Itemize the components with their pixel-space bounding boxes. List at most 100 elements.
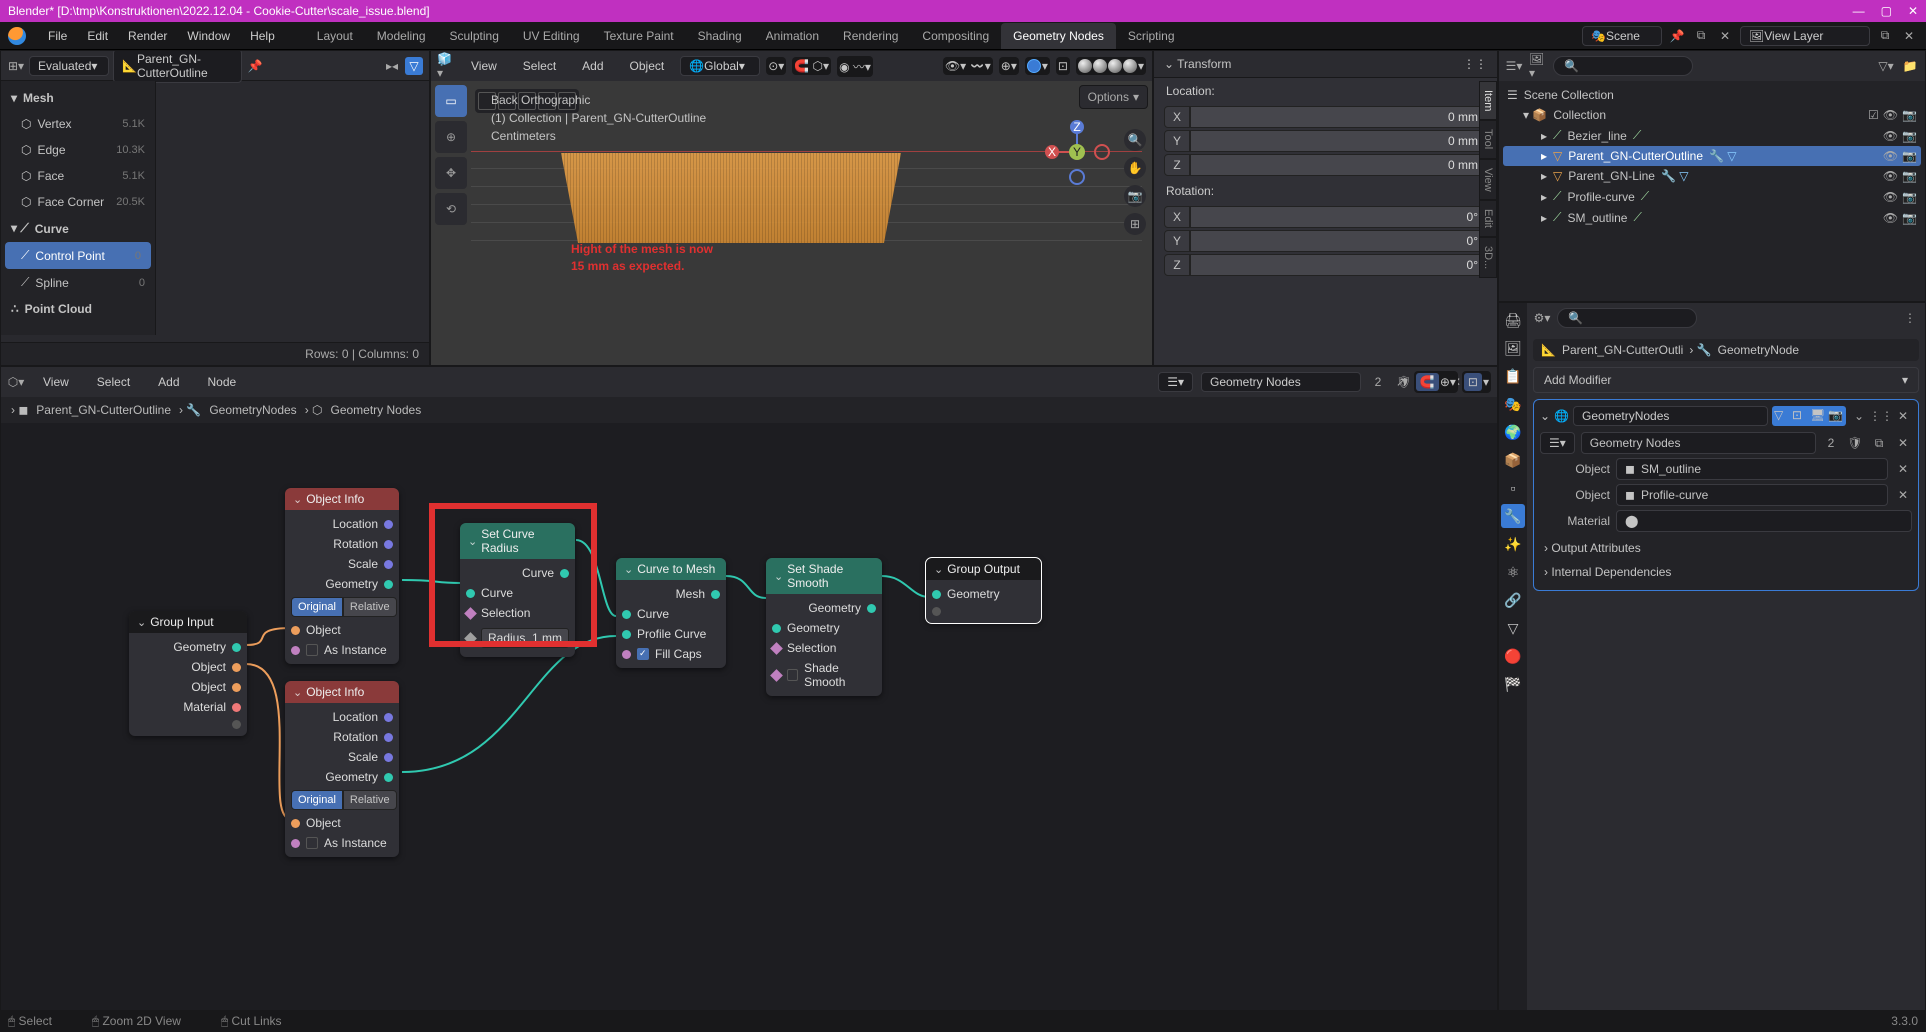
proptab-constraint[interactable]: 🔗 xyxy=(1501,588,1525,612)
close-icon[interactable]: ✕ xyxy=(1908,4,1918,18)
browse-tree-icon[interactable]: ☰▾ xyxy=(1158,372,1193,392)
node-set-shade-smooth[interactable]: Set Shade Smooth Geometry Geometry Selec… xyxy=(766,558,882,696)
tool-cursor[interactable]: ⊕ xyxy=(435,121,467,153)
ne-menu-node[interactable]: Node xyxy=(198,371,247,393)
unlink-icon[interactable]: ✕ xyxy=(1894,434,1912,452)
pin-icon[interactable]: 📌 xyxy=(1668,27,1686,45)
scene-selector[interactable]: 🎭 Scene xyxy=(1582,26,1662,46)
props-editor-icon[interactable]: ⚙▾ xyxy=(1533,309,1551,327)
tab-modeling[interactable]: Modeling xyxy=(365,23,438,49)
shading-modes[interactable]: ▾ xyxy=(1076,57,1146,75)
add-modifier-button[interactable]: Add Modifier▾ xyxy=(1533,367,1919,393)
visibility-icons[interactable]: 👁▾ 〰▾ xyxy=(943,57,993,75)
domain-spline[interactable]: ⟋ Spline0 xyxy=(1,269,155,296)
proptab-object[interactable]: ▫ xyxy=(1501,476,1525,500)
tool-rotate[interactable]: ⟲ xyxy=(435,193,467,225)
minimize-icon[interactable]: — xyxy=(1853,4,1865,18)
proptab-material[interactable]: 🔴 xyxy=(1501,644,1525,668)
btn-original[interactable]: Original xyxy=(291,790,343,810)
overlay-icons[interactable]: ⊡▾ xyxy=(1462,371,1491,393)
proptab-physics[interactable]: ⚛ xyxy=(1501,560,1525,584)
add-icon[interactable]: ⧉ xyxy=(1876,27,1894,45)
proportional-toggle[interactable]: ◉ 〰▾ xyxy=(837,56,873,77)
viewlayer-selector[interactable]: 🖼 View Layer xyxy=(1740,26,1870,46)
camera-icon[interactable]: 📷 xyxy=(1124,185,1146,207)
domain-edge[interactable]: ⬡ Edge10.3K xyxy=(1,137,155,163)
snap-icons[interactable]: 🧲 ⊕▾ xyxy=(1414,371,1458,393)
mod-extras-icon[interactable]: ⌄ xyxy=(1850,407,1868,425)
tab-compositing[interactable]: Compositing xyxy=(910,23,1001,49)
proptab-scene[interactable]: 🎭 xyxy=(1501,392,1525,416)
vp-menu-view[interactable]: View xyxy=(461,55,507,77)
tab-geonodes[interactable]: Geometry Nodes xyxy=(1001,23,1116,49)
props-options-icon[interactable]: ⋮ xyxy=(1901,309,1919,327)
menu-file[interactable]: File xyxy=(38,25,77,47)
fake-user-icon[interactable]: 🛡 xyxy=(1846,434,1864,452)
persp-icon[interactable]: ⊞ xyxy=(1124,213,1146,235)
item-bezier[interactable]: ▸ ⟋ Bezier_line ⟋ 👁📷 xyxy=(1503,125,1921,146)
menu-window[interactable]: Window xyxy=(177,25,240,47)
output-attrs-expander[interactable]: › Output Attributes xyxy=(1540,536,1912,560)
x-icon[interactable]: ✕ xyxy=(1716,27,1734,45)
menu-render[interactable]: Render xyxy=(118,25,177,47)
domain-curve[interactable]: ▾ ⟋ Curve xyxy=(1,215,155,242)
mod-visibility[interactable]: ▽⊡🖥📷 xyxy=(1772,406,1846,426)
outliner-search[interactable]: 🔍 xyxy=(1553,56,1693,76)
node-canvas[interactable]: Group Input Geometry Object Object Mater… xyxy=(1,423,1497,1029)
browse-nodegroup-icon[interactable]: ☰▾ xyxy=(1540,432,1575,454)
proptab-modifier[interactable]: 🔧 xyxy=(1501,504,1525,528)
eye-icon[interactable]: 👁 xyxy=(1883,108,1898,122)
internal-deps-expander[interactable]: › Internal Dependencies xyxy=(1540,560,1912,584)
domain-mesh[interactable]: ▾ Mesh xyxy=(1,85,155,111)
render-icon[interactable]: 📷 xyxy=(1902,108,1917,122)
ne-menu-add[interactable]: Add xyxy=(148,371,189,393)
overlay-icons[interactable]: ▾ xyxy=(1025,57,1050,75)
props-search[interactable]: 🔍 xyxy=(1557,308,1697,328)
spreadsheet-editor-icon[interactable]: ⊞▾ xyxy=(7,57,25,75)
ntab-edit[interactable]: Edit xyxy=(1479,200,1497,237)
btn-original[interactable]: Original xyxy=(291,597,343,617)
input-object-2[interactable]: ◼ Profile-curve xyxy=(1616,484,1888,506)
vp-menu-object[interactable]: Object xyxy=(620,55,675,77)
copy-icon[interactable]: ⧉ xyxy=(1692,27,1710,45)
node-group-output[interactable]: Group Output Geometry xyxy=(926,558,1041,623)
collection-row[interactable]: ▾ 📦 Collection ☑👁📷 xyxy=(1503,105,1921,125)
input-object-1[interactable]: ◼ SM_outline xyxy=(1616,458,1888,480)
node-object-info-2[interactable]: Object Info Location Rotation Scale Geom… xyxy=(285,681,399,857)
viewport-canvas[interactable]: Options ▾ ▭ ⊕ ✥ ⟲ Back Orthographic (1) … xyxy=(431,81,1152,365)
tab-animation[interactable]: Animation xyxy=(754,23,831,49)
pin-icon[interactable]: 📌 xyxy=(246,57,264,75)
proptab-data[interactable]: ▽ xyxy=(1501,616,1525,640)
tab-uvediting[interactable]: UV Editing xyxy=(511,23,592,49)
tab-layout[interactable]: Layout xyxy=(305,23,365,49)
node-group-input[interactable]: Group Input Geometry Object Object Mater… xyxy=(129,611,247,736)
node-curve-to-mesh[interactable]: Curve to Mesh Mesh Curve Profile Curve F… xyxy=(616,558,726,668)
rot-y[interactable]: 0° xyxy=(1190,230,1487,252)
tab-rendering[interactable]: Rendering xyxy=(831,23,910,49)
loc-y[interactable]: 0 mm xyxy=(1190,130,1487,152)
node-object-info-1[interactable]: Object Info Location Rotation Scale Geom… xyxy=(285,488,399,664)
domain-face[interactable]: ⬡ Face5.1K xyxy=(1,163,155,189)
mod-name[interactable]: GeometryNodes xyxy=(1573,406,1768,426)
snap-toggle[interactable]: 🧲 ⬡▾ xyxy=(792,57,831,75)
maximize-icon[interactable]: ▢ xyxy=(1881,4,1892,18)
scene-collection-row[interactable]: ☰ Scene Collection xyxy=(1503,85,1921,105)
arrow-select-icon[interactable]: ▸◂ xyxy=(383,57,401,75)
blender-logo-icon[interactable] xyxy=(8,27,26,45)
proptab-output[interactable]: 🖼 xyxy=(1501,336,1525,360)
btn-relative[interactable]: Relative xyxy=(343,790,397,810)
vp-options[interactable]: Options ▾ xyxy=(1079,85,1148,109)
domain-pointcloud[interactable]: ∴ Point Cloud xyxy=(1,296,155,322)
ntab-view[interactable]: View xyxy=(1479,159,1497,201)
object-path[interactable]: 📐 Parent_GN-CutterOutline xyxy=(113,50,242,83)
outliner-editor-icon[interactable]: ☰▾ xyxy=(1505,57,1523,75)
tab-texturepaint[interactable]: Texture Paint xyxy=(592,23,686,49)
pan-icon[interactable]: ✋ xyxy=(1124,157,1146,179)
menu-edit[interactable]: Edit xyxy=(77,25,118,47)
grip-icon[interactable]: ⋮⋮ xyxy=(1463,57,1487,71)
clear-icon[interactable]: ✕ xyxy=(1894,460,1912,478)
filter-icon[interactable]: ▽ xyxy=(405,57,423,75)
proptab-viewlayer[interactable]: 📋 xyxy=(1501,364,1525,388)
check-icon[interactable]: ☑ xyxy=(1868,108,1879,122)
item-parent-line[interactable]: ▸ ▽ Parent_GN-Line 🔧 ▽ 👁📷 xyxy=(1503,166,1921,186)
